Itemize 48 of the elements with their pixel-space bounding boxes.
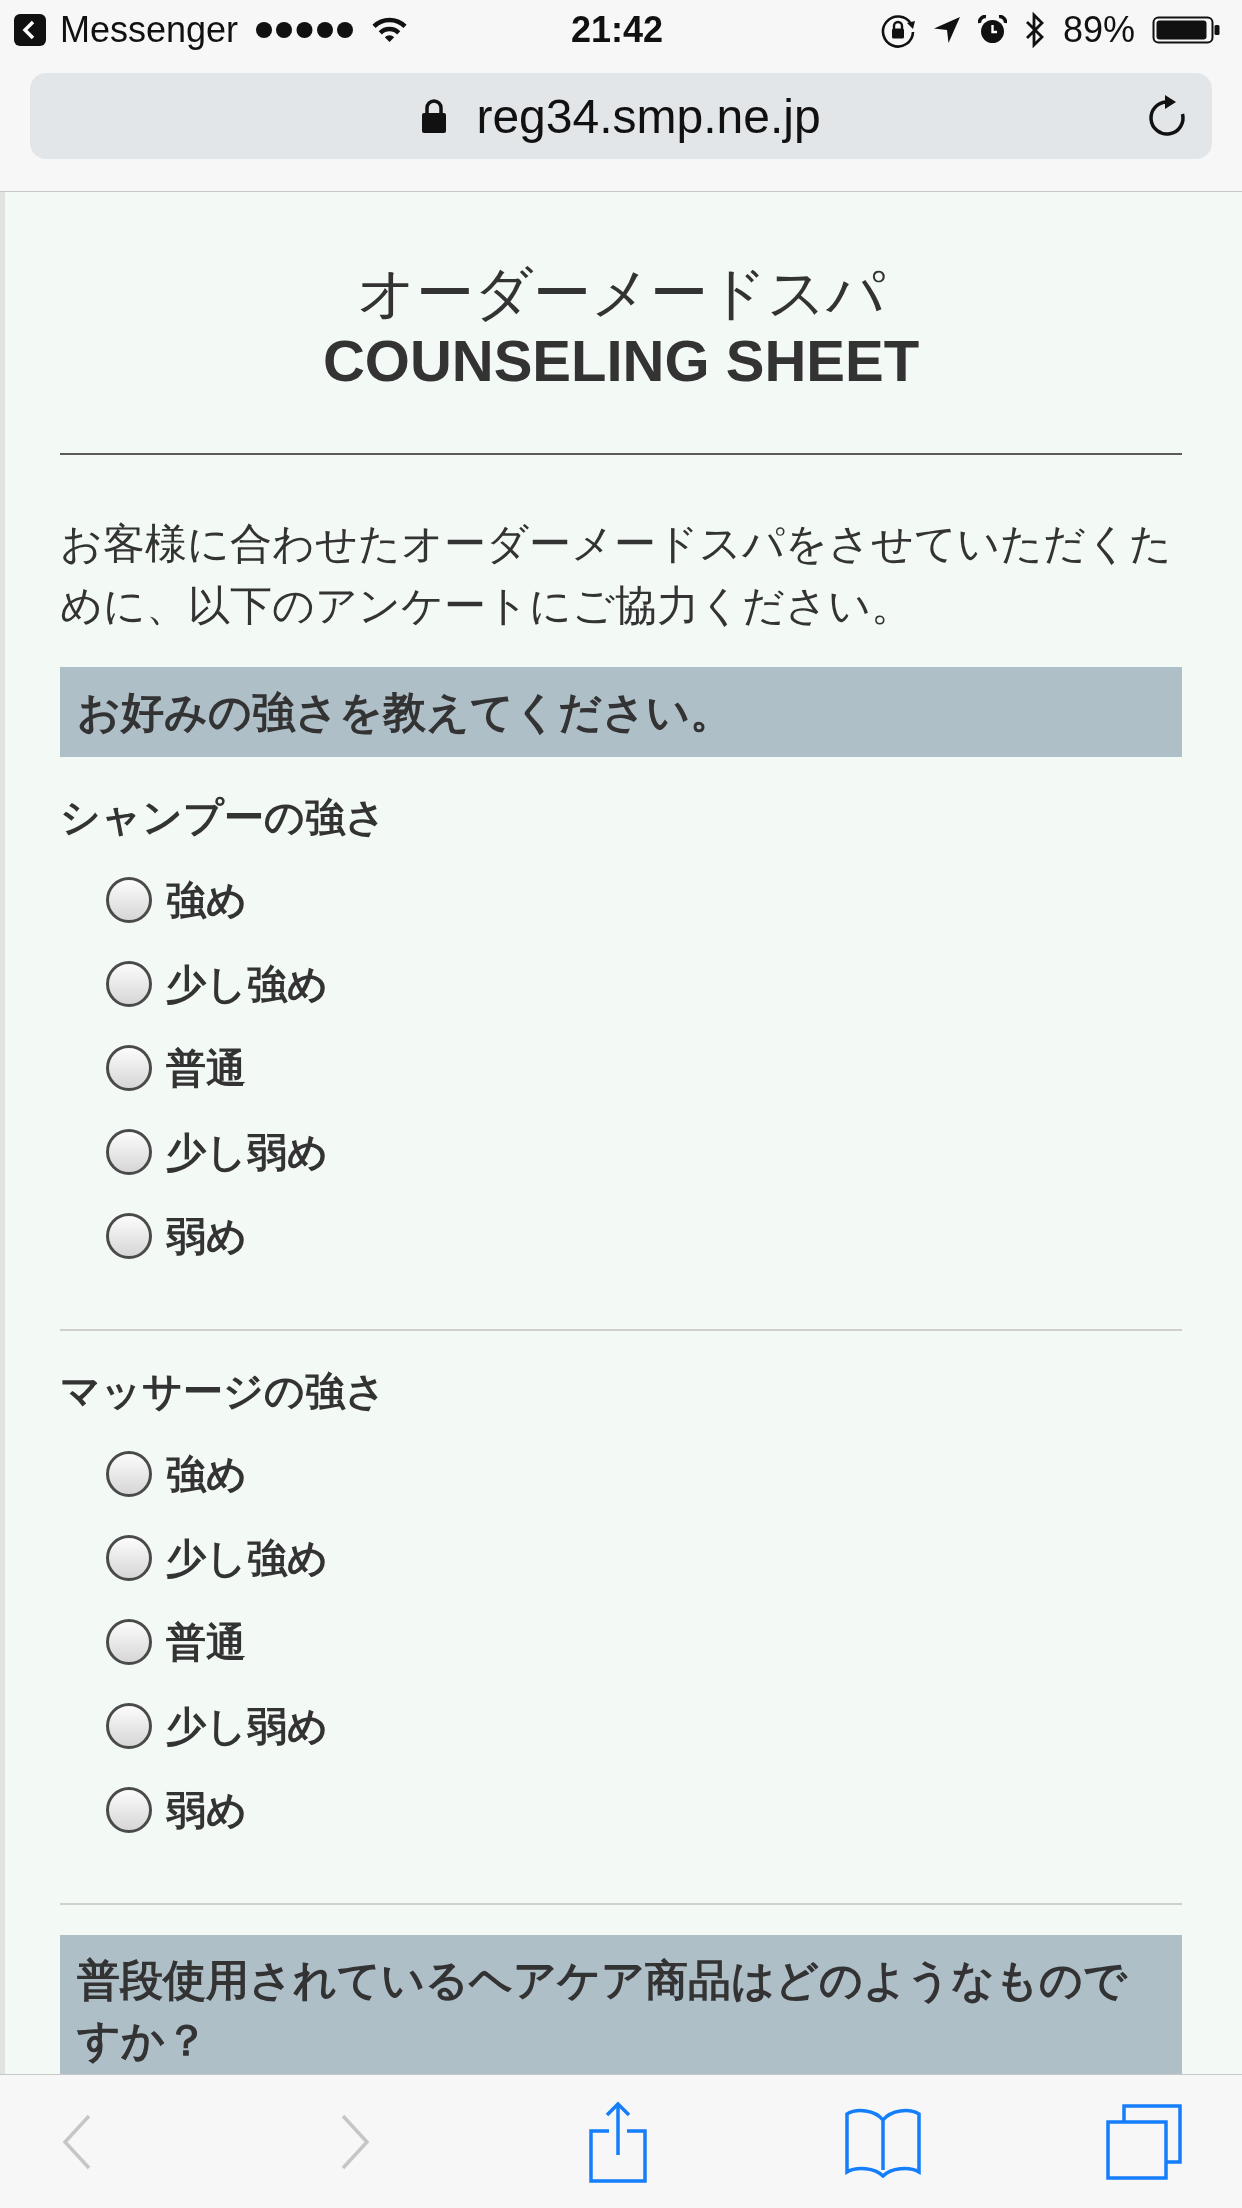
chevron-left-icon — [62, 2113, 92, 2170]
radio-button[interactable] — [106, 1451, 152, 1497]
intro-text: お客様に合わせたオーダーメードスパをさせていただくために、以下のアンケートにご協力ください。 — [60, 519, 1173, 631]
lock-icon — [421, 98, 448, 134]
question-label: シャンプーの強さ — [60, 794, 387, 841]
option-label[interactable]: 強め — [166, 1446, 247, 1502]
tabs-button[interactable] — [1106, 2103, 1182, 2180]
chevron-right-icon — [340, 2113, 370, 2170]
option-label[interactable]: 弱め — [166, 1208, 247, 1264]
reload-icon — [1146, 94, 1188, 138]
section-heading: お好みの強さを教えてください。 — [60, 667, 1182, 757]
radio-button[interactable] — [106, 1703, 152, 1749]
signal-icon — [256, 22, 354, 38]
reload-button[interactable] — [1146, 94, 1188, 138]
option-label[interactable]: 弱め — [166, 1782, 247, 1838]
option-label[interactable]: 少し弱め — [166, 1124, 328, 1180]
wifi-icon — [371, 17, 409, 43]
status-time: 21:42 — [570, 9, 664, 51]
address-bar[interactable]: reg34.smp.ne.jp — [30, 73, 1212, 159]
radio-button[interactable] — [106, 1619, 152, 1665]
radio-button[interactable] — [106, 961, 152, 1007]
tabs-icon — [1106, 2103, 1182, 2180]
radio-button[interactable] — [106, 1787, 152, 1833]
back-icon — [14, 14, 46, 46]
share-icon — [589, 2100, 647, 2183]
radio-button[interactable] — [106, 1129, 152, 1175]
option-label[interactable]: 強め — [166, 872, 247, 928]
battery-percent: 89% — [1062, 9, 1135, 51]
option-label[interactable]: 普通 — [166, 1614, 246, 1670]
radio-button[interactable] — [106, 877, 152, 923]
alarm-clock-icon — [977, 15, 1007, 45]
rotation-lock-icon — [879, 12, 916, 48]
battery-icon — [1152, 16, 1220, 44]
radio-button[interactable] — [106, 1535, 152, 1581]
bluetooth-icon — [1023, 12, 1046, 48]
radio-button[interactable] — [106, 1045, 152, 1091]
page-subtitle: COUNSELING SHEET — [321, 327, 921, 395]
location-arrow-icon — [932, 16, 961, 44]
question-label: マッサージの強さ — [60, 1368, 387, 1415]
option-label[interactable]: 少し強め — [166, 956, 328, 1012]
page-title: オーダーメードスパ — [356, 259, 886, 327]
option-label[interactable]: 少し弱め — [166, 1698, 328, 1754]
option-label[interactable]: 少し強め — [166, 1530, 328, 1586]
option-label[interactable]: 普通 — [166, 1040, 246, 1096]
share-button[interactable] — [589, 2100, 647, 2183]
back-to-app-link[interactable]: Messenger — [14, 9, 239, 51]
radio-button[interactable] — [106, 1213, 152, 1259]
section-heading: 普段使用されているヘアケア商品はどのようなものですか？ — [60, 1935, 1182, 2074]
